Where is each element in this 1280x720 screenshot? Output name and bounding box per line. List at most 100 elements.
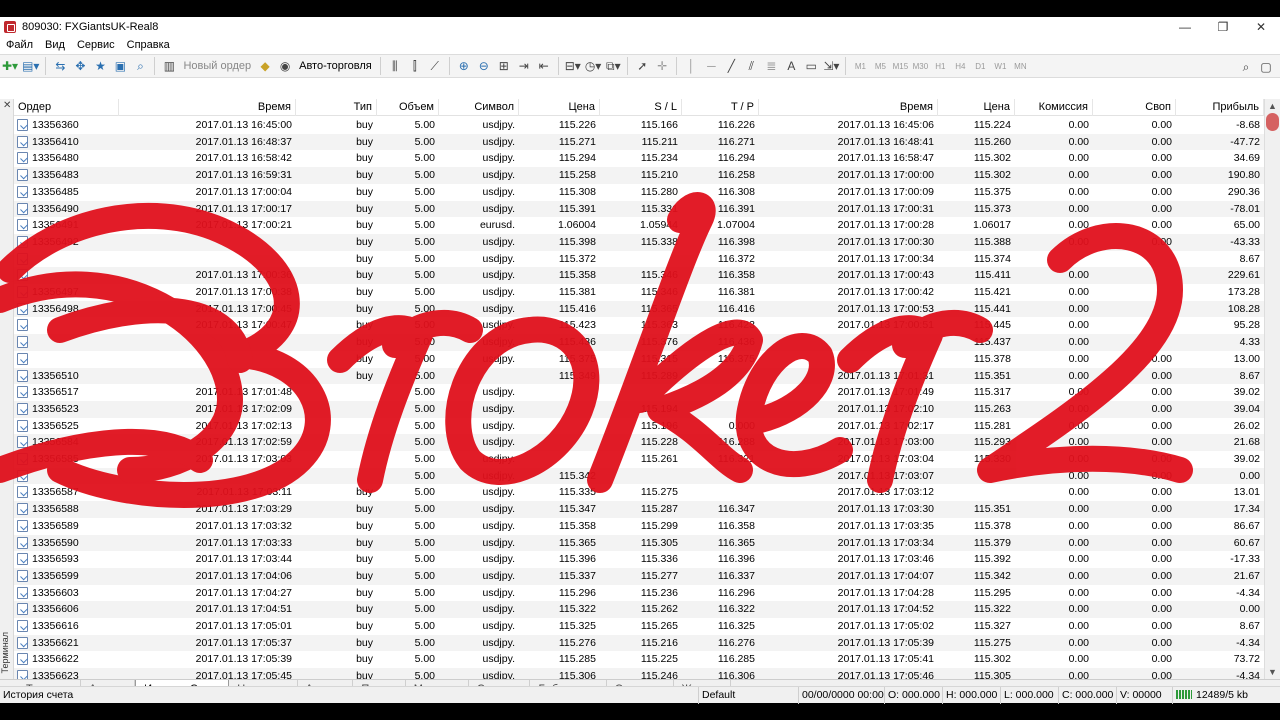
table-row[interactable]: 2017.01.13 17:00:47 buy 5.00 usdjpy. 115.423…: [14, 317, 1264, 334]
timeframe-m15[interactable]: M15: [890, 56, 910, 76]
tester-icon[interactable]: ⌕: [130, 56, 150, 76]
table-row[interactable]: 13356603 2017.01.13 17:04:27 buy 5.00 usdjpy…: [14, 585, 1264, 602]
table-row[interactable]: 13356599 2017.01.13 17:04:06 buy 5.00 usdjpy…: [14, 567, 1264, 585]
table-row[interactable]: 13356589 2017.01.13 17:03:32 buy 5.00 usdjpy…: [14, 518, 1264, 535]
table-row[interactable]: 13356623 2017.01.13 17:05:45 buy 5.00 usdjpy…: [14, 668, 1264, 679]
column-header-order[interactable]: Ордер: [14, 99, 119, 116]
table-row[interactable]: 13356492 buy 5.00 usdjpy. 115.398 115.338 116.…: [14, 233, 1264, 251]
vertical-line-icon[interactable]: │: [681, 56, 701, 76]
scroll-down-icon[interactable]: ▼: [1268, 667, 1277, 677]
column-header-commission[interactable]: Комиссия: [1015, 99, 1093, 116]
column-header-symbol[interactable]: Символ: [439, 99, 519, 116]
column-header-type[interactable]: Тип: [296, 99, 377, 116]
table-row[interactable]: 13356483 2017.01.13 16:59:31 buy 5.00 usdjpy…: [14, 167, 1264, 184]
zoom-out-icon[interactable]: ⊖: [474, 56, 494, 76]
close-icon[interactable]: ✕: [3, 100, 11, 111]
fibonacci-icon[interactable]: ≣: [761, 56, 781, 76]
table-row[interactable]: 13356621 2017.01.13 17:05:37 buy 5.00 usdjpy…: [14, 634, 1264, 652]
favorites-icon[interactable]: ★: [90, 56, 110, 76]
text-tool-icon[interactable]: A: [781, 56, 801, 76]
cursor-icon[interactable]: ➚: [632, 56, 652, 76]
table-row[interactable]: 13356584 2017.01.13 17:02:59 5.00 usdjpy. 11…: [14, 434, 1264, 451]
new-order-button[interactable]: Новый ордер: [179, 60, 255, 72]
bar-chart-icon[interactable]: ⫼: [385, 56, 405, 76]
timeframe-h4[interactable]: H4: [950, 56, 970, 76]
table-row[interactable]: 13356616 2017.01.13 17:05:01 buy 5.00 usdjpy…: [14, 618, 1264, 635]
column-header-take-profit[interactable]: T / P: [682, 99, 759, 116]
table-row[interactable]: 13356525 2017.01.13 17:02:13 5.00 usdjpy. 11…: [14, 418, 1264, 435]
table-row[interactable]: 13356360 2017.01.13 16:45:00 buy 5.00 usdjpy…: [14, 117, 1264, 134]
table-row[interactable]: 13356410 2017.01.13 16:48:37 buy 5.00 usdjpy…: [14, 133, 1264, 151]
table-row[interactable]: buy 5.00 usdjpy. 115.436 115.376 116.436 115.4…: [14, 334, 1264, 351]
table-row[interactable]: 13356485 2017.01.13 17:00:04 buy 5.00 usdjpy…: [14, 184, 1264, 201]
table-row[interactable]: 13356622 2017.01.13 17:05:39 buy 5.00 usdjpy…: [14, 651, 1264, 668]
column-header-close-price[interactable]: Цена: [938, 99, 1015, 116]
table-row[interactable]: 13356510 buy 5.00 115.349 115.289 2017.01.13 …: [14, 367, 1264, 385]
table-row[interactable]: 13356480 2017.01.13 16:58:42 buy 5.00 usdjpy…: [14, 150, 1264, 167]
table-row[interactable]: 13356593 2017.01.13 17:03:44 buy 5.00 usdjpy…: [14, 551, 1264, 568]
scroll-thumb[interactable]: [1266, 113, 1279, 131]
profiles-icon[interactable]: ▤▾: [20, 56, 41, 76]
horizontal-line-icon[interactable]: ─: [701, 56, 721, 76]
autotrading-icon[interactable]: ◉: [275, 56, 295, 76]
table-row[interactable]: 13356585 2017.01.13 17:03:03 5.00 usdjpy. 11…: [14, 451, 1264, 468]
vertical-scrollbar[interactable]: ▲ ▼: [1264, 99, 1280, 679]
zoom-in-icon[interactable]: ⊕: [454, 56, 474, 76]
table-row[interactable]: 13356523 2017.01.13 17:02:09 5.00 usdjpy. 11…: [14, 400, 1264, 418]
indicators-icon[interactable]: ⊟▾: [563, 56, 583, 76]
column-header-profit[interactable]: Прибыль: [1176, 99, 1264, 116]
channel-icon[interactable]: ⫽: [741, 56, 761, 76]
templates-icon[interactable]: ⧉▾: [603, 56, 623, 76]
tile-windows-icon[interactable]: ⊞: [494, 56, 514, 76]
table-row[interactable]: buy 5.00 usdjpy. 115.375 115.315 116.375 115.3…: [14, 351, 1264, 368]
table-row[interactable]: 13356498 2017.01.13 17:00:45 buy 5.00 usdjpy…: [14, 300, 1264, 318]
arrows-icon[interactable]: ⇲▾: [821, 56, 841, 76]
table-row[interactable]: 13356606 2017.01.13 17:04:51 buy 5.00 usdjpy…: [14, 601, 1264, 618]
autoscroll-icon[interactable]: ⇤: [534, 56, 554, 76]
chart-shift-icon[interactable]: ⇥: [514, 56, 534, 76]
scroll-up-icon[interactable]: ▲: [1268, 101, 1277, 111]
candlestick-icon[interactable]: ⫿: [405, 56, 425, 76]
menu-help[interactable]: Справка: [121, 37, 176, 53]
table-row[interactable]: 13356590 2017.01.13 17:03:33 buy 5.00 usdjpy…: [14, 534, 1264, 552]
crosshair-icon[interactable]: ✛: [652, 56, 672, 76]
timeframe-m1[interactable]: M1: [850, 56, 870, 76]
menu-view[interactable]: Вид: [39, 37, 71, 53]
timeframe-d1[interactable]: D1: [970, 56, 990, 76]
periods-icon[interactable]: ◷▾: [583, 56, 604, 76]
table-row[interactable]: 2017.01.13 17:00:36 buy 5.00 usdjpy. 115.358…: [14, 267, 1264, 284]
column-header-volume[interactable]: Объем: [377, 99, 439, 116]
maximize-button[interactable]: ❐: [1204, 17, 1242, 37]
market-watch-icon[interactable]: ⇆: [50, 56, 70, 76]
table-row[interactable]: 5.00 usdjpy. 115.342 2017.01.13 17:03:07 0.0…: [14, 467, 1264, 485]
line-chart-icon[interactable]: ⟋: [425, 56, 445, 76]
trendline-icon[interactable]: ╱: [721, 56, 741, 76]
new-order-icon[interactable]: ▥: [159, 56, 179, 76]
column-header-swap[interactable]: Своп: [1093, 99, 1176, 116]
text-label-icon[interactable]: ▭: [801, 56, 821, 76]
timeframe-w1[interactable]: W1: [990, 56, 1010, 76]
timeframe-m30[interactable]: M30: [910, 56, 930, 76]
search-icon[interactable]: ⌕: [1236, 57, 1256, 77]
metaeditor-icon[interactable]: ◆: [255, 56, 275, 76]
data-window-icon[interactable]: ▣: [110, 56, 130, 76]
close-button[interactable]: ✕: [1242, 17, 1280, 37]
autotrading-button[interactable]: Авто-торговля: [295, 60, 376, 72]
table-row[interactable]: 13356517 2017.01.13 17:01:48 5.00 usdjpy. 20…: [14, 384, 1264, 401]
column-header-close-time[interactable]: Время: [759, 99, 938, 116]
column-header-stop-loss[interactable]: S / L: [600, 99, 682, 116]
new-chart-icon[interactable]: ✚▾: [0, 56, 20, 76]
navigator-icon[interactable]: ✥: [70, 56, 90, 76]
column-header-open-time[interactable]: Время: [119, 99, 296, 116]
table-row[interactable]: 13356491 2017.01.13 17:00:21 buy 5.00 eurusd…: [14, 217, 1264, 234]
column-header-open-price[interactable]: Цена: [519, 99, 600, 116]
table-row[interactable]: 13356490 2017.01.13 17:00:17 buy 5.00 usdjpy…: [14, 200, 1264, 218]
table-row[interactable]: 13356497 2017.01.13 17:00:38 buy 5.00 usdjpy…: [14, 284, 1264, 301]
timeframe-m5[interactable]: M5: [870, 56, 890, 76]
chat-icon[interactable]: ▢: [1256, 57, 1276, 77]
menu-file[interactable]: Файл: [0, 37, 39, 53]
table-row[interactable]: 13356588 2017.01.13 17:03:29 buy 5.00 usdjpy…: [14, 501, 1264, 518]
minimize-button[interactable]: —: [1166, 17, 1204, 37]
timeframe-h1[interactable]: H1: [930, 56, 950, 76]
table-row[interactable]: 13356587 2017.01.13 17:03:11 buy 5.00 usdjpy…: [14, 484, 1264, 501]
